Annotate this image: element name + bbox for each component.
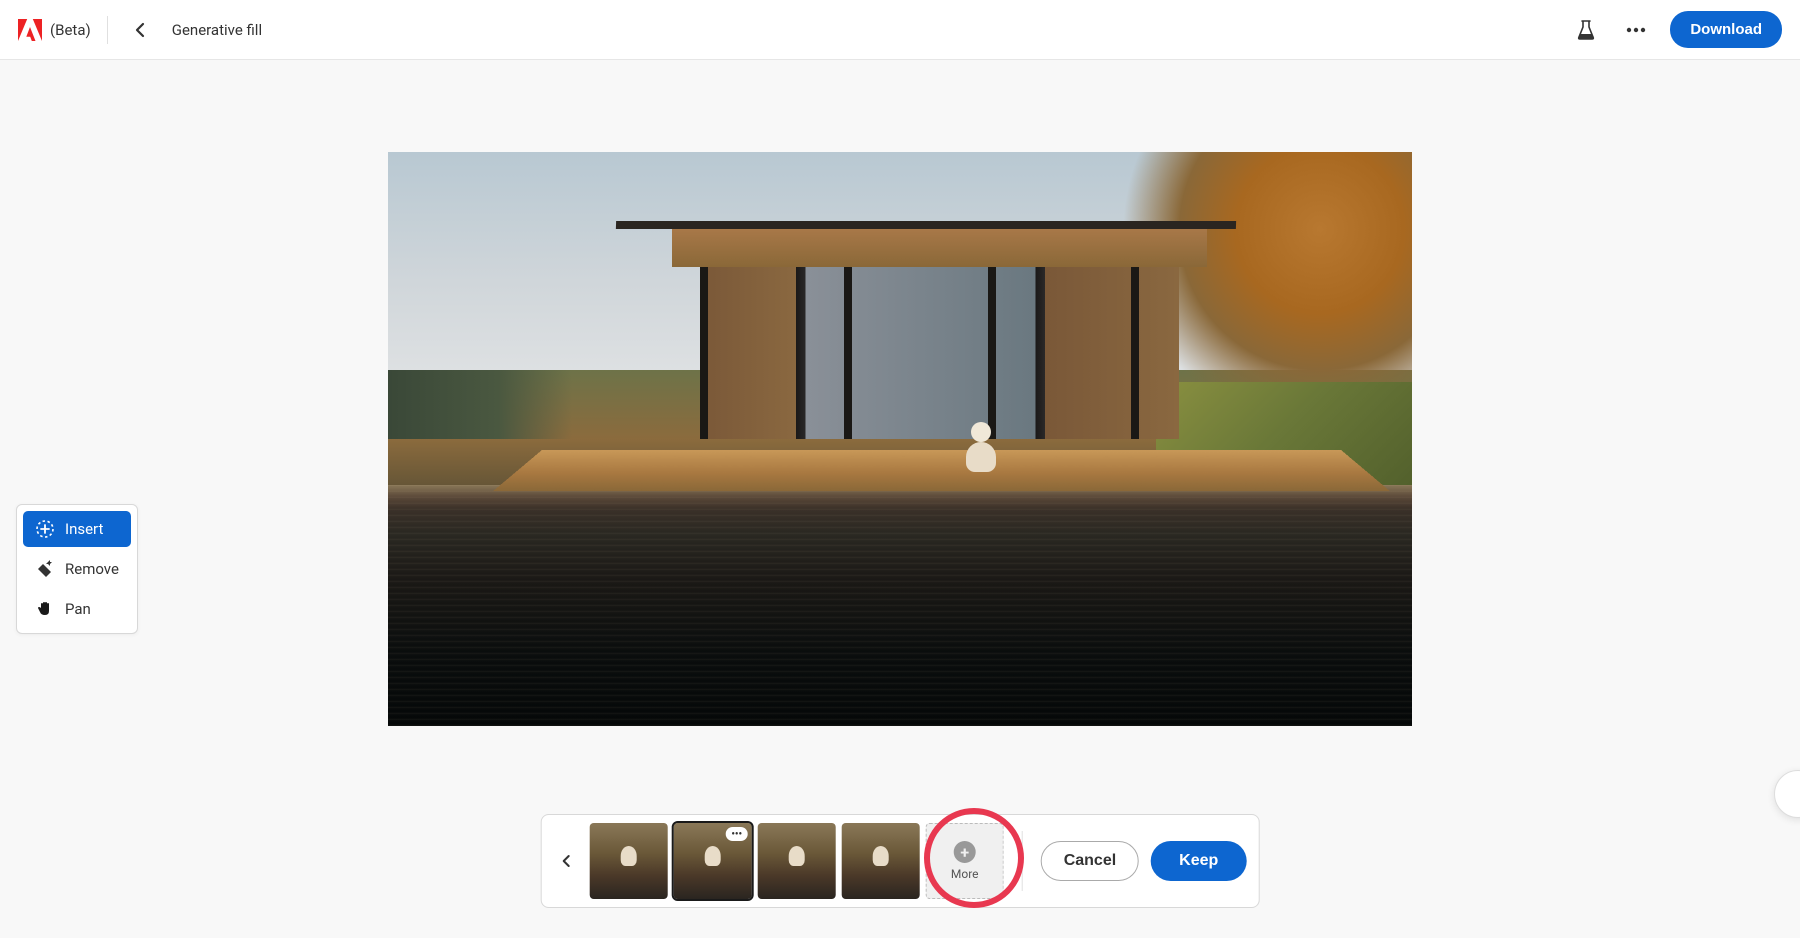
header-left: (Beta) Generative fill [18, 14, 262, 46]
thumb-options-badge[interactable]: ••• [726, 827, 748, 841]
variation-thumb-3[interactable] [758, 823, 836, 899]
variation-thumb-4[interactable] [842, 823, 920, 899]
page-title: Generative fill [172, 21, 262, 39]
chevron-left-icon [135, 22, 145, 38]
remove-icon [35, 559, 55, 579]
panel-divider [1022, 831, 1023, 891]
more-label: More [951, 867, 979, 881]
header-right: Download [1570, 11, 1782, 48]
keep-button[interactable]: Keep [1151, 841, 1246, 881]
tool-label: Pan [65, 600, 91, 618]
adobe-logo-icon [18, 19, 42, 41]
beaker-icon [1577, 20, 1595, 40]
panel-actions: Cancel Keep [1041, 841, 1247, 881]
chevron-left-icon [561, 854, 570, 868]
tool-insert[interactable]: Insert [23, 511, 131, 547]
generate-more-button[interactable]: + More [926, 823, 1004, 899]
header-divider [107, 16, 108, 44]
header: (Beta) Generative fill Download [0, 0, 1800, 60]
variation-thumb-2[interactable]: ••• [674, 823, 752, 899]
more-options-button[interactable] [1620, 14, 1652, 46]
logo[interactable]: (Beta) [18, 19, 91, 41]
beaker-button[interactable] [1570, 14, 1602, 46]
thumbnails: ••• + More [590, 823, 1004, 899]
tool-pan[interactable]: Pan [23, 591, 131, 627]
cancel-button[interactable]: Cancel [1041, 841, 1139, 881]
more-horizontal-icon [1626, 27, 1646, 33]
plus-icon: + [954, 841, 976, 863]
tool-label: Remove [65, 560, 119, 578]
logo-text: (Beta) [50, 21, 91, 39]
download-button[interactable]: Download [1670, 11, 1782, 48]
canvas-area [0, 60, 1800, 938]
pan-icon [35, 599, 55, 619]
back-button[interactable] [124, 14, 156, 46]
main-image[interactable] [388, 152, 1412, 726]
variation-thumb-1[interactable] [590, 823, 668, 899]
variations-panel: ••• + More Cancel Keep [541, 814, 1260, 908]
toolbox: Insert Remove Pan [16, 504, 138, 634]
thumb-prev-button[interactable] [554, 823, 578, 899]
insert-icon [35, 519, 55, 539]
tool-label: Insert [65, 520, 103, 538]
tool-remove[interactable]: Remove [23, 551, 131, 587]
